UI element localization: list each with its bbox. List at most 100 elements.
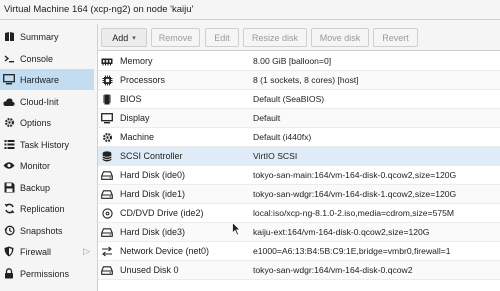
- hardware-row-machine[interactable]: Machine Default (i440fx): [98, 128, 500, 147]
- hardware-row-value: 8 (1 sockets, 8 cores) [host]: [253, 75, 359, 85]
- chevron-down-icon: ▾: [132, 34, 136, 42]
- sidebar-item-label: Cloud-Init: [20, 96, 59, 107]
- hardware-row-value: tokyo-san-main:164/vm-164-disk-0.qcow2,s…: [253, 170, 457, 180]
- sidebar-item-backup[interactable]: Backup: [0, 177, 94, 198]
- hardware-row-label: Machine: [120, 132, 155, 142]
- harddisk-icon: [101, 265, 113, 276]
- remove-button-label: Remove: [158, 32, 193, 43]
- add-button[interactable]: Add ▾: [101, 28, 147, 47]
- hardware-row-label: BIOS: [120, 94, 142, 104]
- hardware-row-display[interactable]: Display Default: [98, 109, 500, 128]
- harddisk-icon: [101, 227, 113, 238]
- remove-button[interactable]: Remove: [151, 28, 200, 47]
- move-disk-button[interactable]: Move disk: [311, 28, 369, 47]
- history-icon: [3, 225, 15, 237]
- lock-icon: [3, 268, 15, 280]
- hardware-row-label: Unused Disk 0: [120, 265, 179, 275]
- hardware-row-label: Processors: [120, 75, 166, 85]
- sidebar-item-label: Hardware: [20, 74, 60, 85]
- hardware-row-label: Hard Disk (ide3): [120, 227, 186, 237]
- hardware-row-value: 8.00 GiB [balloon=0]: [253, 56, 332, 66]
- chevron-right-icon[interactable]: ▷: [83, 246, 90, 257]
- sidebar-item-replication[interactable]: Replication: [0, 198, 94, 219]
- sidebar-item-label: Summary: [20, 31, 59, 42]
- window-titlebar: Virtual Machine 164 (xcp-ng2) on node 'k…: [0, 0, 500, 20]
- hardware-row-label: Memory: [120, 56, 153, 66]
- resize-disk-button[interactable]: Resize disk: [243, 28, 307, 47]
- shield-icon: [3, 246, 15, 258]
- toolbar: Add ▾ Remove Edit Resize disk Move disk …: [98, 24, 500, 51]
- sidebar-item-snapshots[interactable]: Snapshots: [0, 220, 94, 241]
- sidebar-item-label: Snapshots: [20, 225, 63, 236]
- sidebar-item-cloud-init[interactable]: Cloud-Init: [0, 91, 94, 112]
- hardware-row-value: local:iso/xcp-ng-8.1.0-2.iso,media=cdrom…: [253, 208, 455, 218]
- sidebar-item-summary[interactable]: Summary: [0, 26, 94, 47]
- hardware-row-scsi-controller[interactable]: SCSI Controller VirtIO SCSI: [98, 147, 500, 166]
- hardware-row-network-net0[interactable]: Network Device (net0) e1000=A6:13:B4:5B:…: [98, 242, 500, 261]
- sidebar-item-label: Monitor: [20, 160, 51, 171]
- revert-button-label: Revert: [382, 32, 409, 43]
- cpu-icon: [101, 75, 113, 86]
- sidebar-item-label: Task History: [20, 139, 70, 150]
- sidebar-item-hardware[interactable]: Hardware: [0, 69, 94, 90]
- display-icon: [101, 113, 113, 124]
- hardware-row-value: e1000=A6:13:B4:5B:C9:1E,bridge=vmbr0,fir…: [253, 246, 451, 256]
- harddisk-icon: [101, 189, 113, 200]
- window-title: Virtual Machine 164 (xcp-ng2) on node 'k…: [4, 4, 194, 15]
- sidebar-item-label: Firewall: [20, 246, 52, 257]
- hardware-row-label: Display: [120, 113, 150, 123]
- hardware-row-processors[interactable]: Processors 8 (1 sockets, 8 cores) [host]: [98, 71, 500, 90]
- network-icon: [101, 246, 113, 257]
- edit-button[interactable]: Edit: [205, 28, 239, 47]
- sidebar-item-options[interactable]: Options: [0, 112, 94, 133]
- hardware-row-label: Network Device (net0): [120, 246, 210, 256]
- cdrom-icon: [101, 208, 113, 219]
- hardware-row-value: kaiju-ext:164/vm-164-disk-0.qcow2,size=1…: [253, 227, 430, 237]
- memory-icon: [101, 56, 113, 67]
- hardware-row-memory[interactable]: Memory 8.00 GiB [balloon=0]: [98, 52, 500, 71]
- chip-icon: [101, 94, 113, 105]
- refresh-icon: [3, 203, 15, 215]
- sidebar: Summary Console Hardware Cloud-Init Opti…: [0, 24, 94, 291]
- gear-icon: [3, 117, 15, 129]
- sidebar-item-label: Console: [20, 53, 54, 64]
- hardware-row-value: Default (SeaBIOS): [253, 94, 325, 104]
- resize-disk-button-label: Resize disk: [251, 32, 298, 43]
- hardware-row-label: CD/DVD Drive (ide2): [120, 208, 204, 218]
- machine-icon: [101, 132, 113, 143]
- hardware-row-value: Default (i440fx): [253, 132, 312, 142]
- hardware-row-bios[interactable]: BIOS Default (SeaBIOS): [98, 90, 500, 109]
- floppy-icon: [3, 182, 15, 194]
- eye-icon: [3, 160, 15, 172]
- move-disk-button-label: Move disk: [319, 32, 361, 43]
- monitor-icon: [3, 74, 15, 86]
- sidebar-item-label: Options: [20, 117, 52, 128]
- cloud-icon: [3, 96, 15, 108]
- hardware-row-hard-disk-ide3[interactable]: Hard Disk (ide3) kaiju-ext:164/vm-164-di…: [98, 223, 500, 242]
- terminal-icon: [3, 53, 15, 65]
- sidebar-item-firewall[interactable]: Firewall ▷: [0, 241, 94, 262]
- database-icon: [101, 151, 113, 162]
- hardware-row-label: Hard Disk (ide0): [120, 170, 186, 180]
- sidebar-item-console[interactable]: Console: [0, 48, 94, 69]
- hardware-row-value: tokyo-san-wdgr:164/vm-164-disk-0.qcow2: [253, 265, 413, 275]
- sidebar-item-monitor[interactable]: Monitor: [0, 155, 94, 176]
- edit-button-label: Edit: [214, 32, 230, 43]
- hardware-row-hard-disk-ide1[interactable]: Hard Disk (ide1) tokyo-san-wdgr:164/vm-1…: [98, 185, 500, 204]
- hardware-row-label: SCSI Controller: [120, 151, 183, 161]
- book-icon: [3, 31, 15, 43]
- hardware-row-value: VirtIO SCSI: [253, 151, 298, 161]
- hardware-panel: Add ▾ Remove Edit Resize disk Move disk …: [97, 24, 500, 291]
- sidebar-item-label: Replication: [20, 203, 65, 214]
- sidebar-item-label: Backup: [20, 182, 51, 193]
- hardware-row-unused-disk-0[interactable]: Unused Disk 0 tokyo-san-wdgr:164/vm-164-…: [98, 261, 500, 280]
- sidebar-item-label: Permissions: [20, 268, 70, 279]
- hardware-row-label: Hard Disk (ide1): [120, 189, 186, 199]
- add-button-label: Add: [112, 32, 129, 43]
- hardware-row-cdrom-ide2[interactable]: CD/DVD Drive (ide2) local:iso/xcp-ng-8.1…: [98, 204, 500, 223]
- sidebar-item-task-history[interactable]: Task History: [0, 134, 94, 155]
- sidebar-item-permissions[interactable]: Permissions: [0, 263, 94, 284]
- revert-button[interactable]: Revert: [373, 28, 418, 47]
- hardware-row-hard-disk-ide0[interactable]: Hard Disk (ide0) tokyo-san-main:164/vm-1…: [98, 166, 500, 185]
- list-icon: [3, 139, 15, 151]
